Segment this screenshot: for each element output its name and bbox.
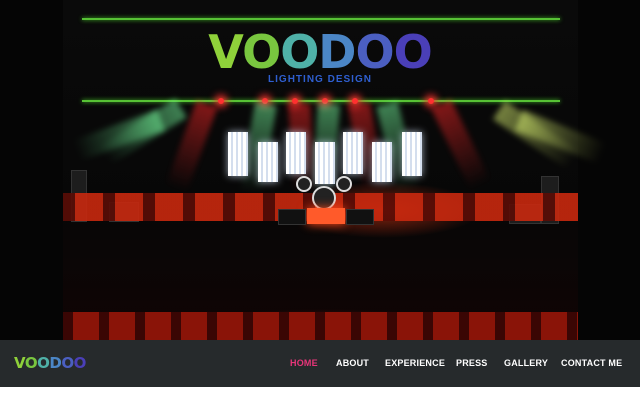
drum bbox=[336, 176, 352, 192]
led-panel bbox=[228, 132, 248, 176]
stage-lamp bbox=[218, 98, 224, 104]
green-rail-bottom bbox=[82, 100, 560, 102]
led-panel bbox=[343, 132, 363, 174]
monitor-wedge bbox=[278, 209, 306, 225]
stage-lamp bbox=[352, 98, 358, 104]
green-rail-top bbox=[82, 18, 560, 20]
led-panel bbox=[315, 142, 335, 184]
monitor-wedge bbox=[346, 209, 374, 225]
page-background bbox=[0, 387, 640, 420]
bass-drum bbox=[312, 186, 336, 210]
drum bbox=[296, 176, 312, 192]
hero-logo-wordmark: VOODOO bbox=[208, 25, 432, 79]
nav-home[interactable]: HOME bbox=[290, 358, 318, 368]
hero-logo: VOODOO LIGHTING DESIGN bbox=[200, 28, 440, 85]
stage-lamp bbox=[428, 98, 434, 104]
led-panel bbox=[372, 142, 392, 182]
nav-gallery[interactable]: GALLERY bbox=[504, 358, 548, 368]
nav-contact[interactable]: CONTACT ME bbox=[561, 358, 622, 368]
led-panel bbox=[286, 132, 306, 174]
nav-press[interactable]: PRESS bbox=[456, 358, 488, 368]
hero-banner: VOODOO LIGHTING DESIGN bbox=[0, 0, 640, 340]
stage-floor bbox=[63, 312, 578, 340]
drum-riser bbox=[307, 208, 345, 224]
nav-experience[interactable]: EXPERIENCE bbox=[385, 358, 445, 368]
nav-about[interactable]: ABOUT bbox=[336, 358, 369, 368]
led-panel bbox=[402, 132, 422, 176]
nav-menu: HOME ABOUT EXPERIENCE PRESS GALLERY CONT… bbox=[0, 358, 640, 372]
led-panel bbox=[258, 142, 278, 182]
